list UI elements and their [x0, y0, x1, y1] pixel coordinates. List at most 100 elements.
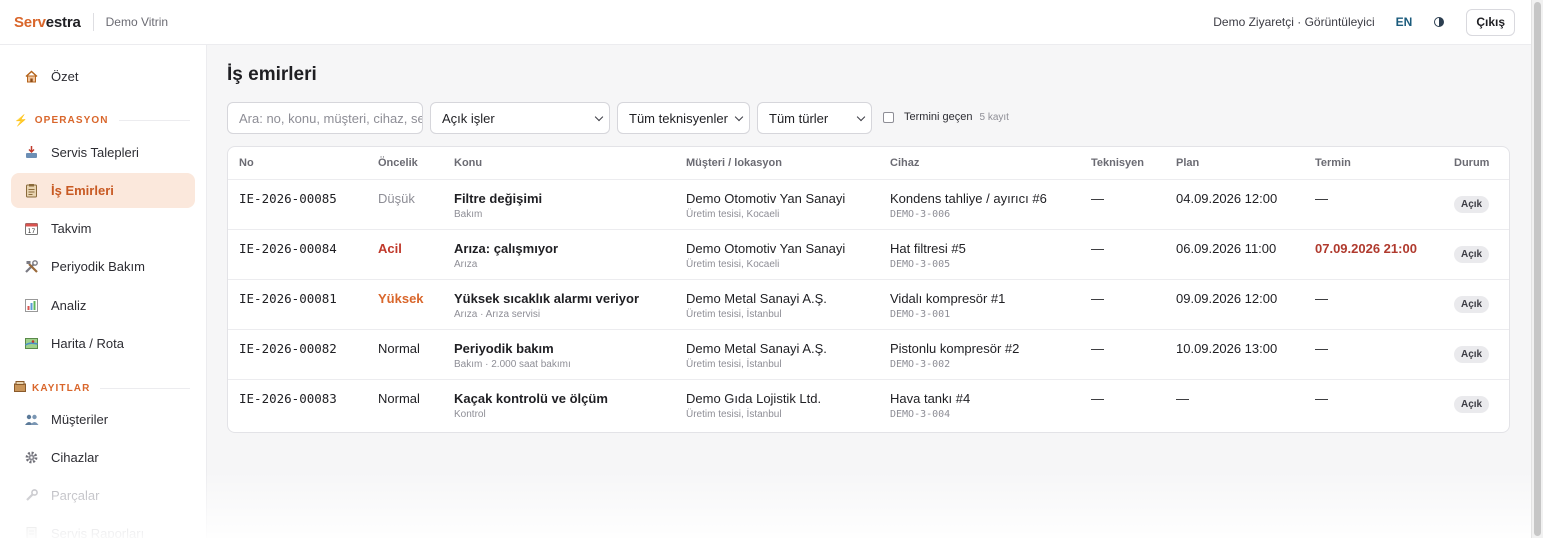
status-badge: Açık — [1454, 396, 1490, 413]
gear-icon — [24, 450, 39, 465]
subject-cell: Filtre değişimi Bakım — [454, 191, 543, 220]
table-row[interactable]: IE-2026-00082 Normal Periyodik bakım Bakı… — [228, 330, 1509, 380]
table-row[interactable]: IE-2026-00083 Normal Kaçak kontrolü ve ö… — [228, 380, 1509, 430]
priority-label: Düşük — [378, 191, 415, 206]
work-order-number[interactable]: IE-2026-00085 — [239, 191, 337, 206]
overdue-checkbox[interactable] — [883, 111, 894, 123]
device-cell: Pistonlu kompresör #2 DEMO-3-002 — [890, 341, 1020, 370]
column-header-customer[interactable]: Müşteri / lokasyon — [686, 157, 782, 169]
priority-label: Acil — [378, 241, 402, 256]
table-row[interactable]: IE-2026-00085 Düşük Filtre değişimi Bakım… — [228, 180, 1509, 230]
sidebar-item-summary[interactable]: Özet — [11, 59, 195, 94]
search-input[interactable]: Ara: no, konu, müşteri, cihaz, seri — [227, 102, 423, 134]
due-cell-overdue: 07.09.2026 21:00 — [1315, 241, 1417, 256]
house-icon — [24, 69, 39, 84]
technician-cell: — — [1091, 341, 1104, 356]
section-header-kayitlar: KAYITLAR — [14, 381, 190, 395]
work-order-number[interactable]: IE-2026-00081 — [239, 291, 337, 306]
chevron-down-icon — [594, 112, 604, 121]
sidebar-item-work-orders[interactable]: İş Emirleri — [11, 173, 195, 208]
work-order-number[interactable]: IE-2026-00083 — [239, 391, 337, 406]
column-header-due[interactable]: Termin — [1315, 157, 1351, 169]
customer-cell: Demo Metal Sanayi A.Ş. Üretim tesisi, İst… — [686, 291, 827, 320]
plan-cell: 09.09.2026 12:00 — [1176, 291, 1278, 306]
record-count: 5 kayıt — [979, 111, 1009, 123]
work-order-number[interactable]: IE-2026-00084 — [239, 241, 337, 256]
status-badge: Açık — [1454, 196, 1490, 213]
priority-label: Normal — [378, 391, 420, 406]
chevron-down-icon — [734, 112, 744, 121]
header-actions: Demo Ziyaretçi · Görüntüleyici EN Çıkış — [1213, 8, 1531, 36]
table-row[interactable]: IE-2026-00084 Acil Arıza: çalışmıyor Arız… — [228, 230, 1509, 280]
overdue-label: Termini geçen — [904, 111, 973, 123]
column-header-technician[interactable]: Teknisyen — [1091, 157, 1144, 169]
header-divider — [92, 13, 94, 31]
page-scrollbar[interactable] — [1531, 0, 1543, 538]
type-filter-select[interactable]: Tüm türler — [757, 102, 872, 134]
priority-label: Normal — [378, 341, 420, 356]
sidebar-item-calendar[interactable]: 17 Takvim — [11, 211, 195, 246]
section-header-operasyon: ⚡ OPERASYON — [14, 114, 190, 127]
priority-label: Yüksek — [378, 291, 424, 306]
wrench-icon — [24, 488, 39, 503]
overdue-filter[interactable]: Termini geçen 5 kayıt — [883, 111, 1009, 123]
status-badge: Açık — [1454, 346, 1490, 363]
sidebar-item-service-reports[interactable]: Servis Raporları — [11, 516, 195, 538]
sidebar-item-map-route[interactable]: Harita / Rota — [11, 326, 195, 361]
contrast-icon[interactable] — [1434, 17, 1445, 27]
top-bar: Servestra Demo Vitrin Demo Ziyaretçi · G… — [0, 0, 1531, 45]
sidebar: Özet ⚡ OPERASYON Servis Talepleri İş Emi… — [0, 45, 207, 538]
due-cell: — — [1315, 341, 1328, 356]
user-info: Demo Ziyaretçi · Görüntüleyici — [1213, 15, 1375, 29]
svg-text:17: 17 — [28, 228, 36, 235]
due-cell: — — [1315, 191, 1328, 206]
subject-cell: Kaçak kontrolü ve ölçüm Kontrol — [454, 391, 608, 420]
customer-cell: Demo Otomotiv Yan Sanayi Üretim tesisi, K… — [686, 241, 846, 270]
sidebar-item-customers[interactable]: Müşteriler — [11, 402, 195, 437]
device-cell: Kondens tahliye / ayırıcı #6 DEMO-3-006 — [890, 191, 1047, 220]
chevron-down-icon — [856, 112, 866, 121]
work-order-number[interactable]: IE-2026-00082 — [239, 341, 337, 356]
status-filter-select[interactable]: Açık işler — [430, 102, 610, 134]
language-toggle[interactable]: EN — [1396, 15, 1413, 29]
bottom-fade-overlay — [0, 470, 1531, 538]
people-icon — [24, 412, 39, 427]
scrollbar-thumb[interactable] — [1534, 2, 1541, 536]
technician-cell: — — [1091, 191, 1104, 206]
card-box-icon — [14, 381, 26, 395]
technician-filter-select[interactable]: Tüm teknisyenler — [617, 102, 750, 134]
sidebar-item-periodic-maintenance[interactable]: Periyodik Bakım — [11, 249, 195, 284]
status-badge: Açık — [1454, 296, 1490, 313]
subject-cell: Periyodik bakım Bakım · 2.000 saat bakımı — [454, 341, 571, 370]
plan-cell: 10.09.2026 13:00 — [1176, 341, 1278, 356]
plan-cell: 04.09.2026 12:00 — [1176, 191, 1278, 206]
status-badge: Açık — [1454, 246, 1490, 263]
sidebar-item-analysis[interactable]: Analiz — [11, 288, 195, 323]
logout-button[interactable]: Çıkış — [1466, 8, 1515, 36]
table-row[interactable]: IE-2026-00081 Yüksek Yüksek sıcaklık ala… — [228, 280, 1509, 330]
device-cell: Hat filtresi #5 DEMO-3-005 — [890, 241, 966, 270]
sidebar-item-service-requests[interactable]: Servis Talepleri — [11, 135, 195, 170]
lightning-icon: ⚡ — [14, 115, 29, 127]
sidebar-item-devices[interactable]: Cihazlar — [11, 440, 195, 475]
table-header: No Öncelik Konu Müşteri / lokasyon Cihaz… — [228, 147, 1509, 180]
column-header-device[interactable]: Cihaz — [890, 157, 919, 169]
calendar-icon: 17 — [24, 221, 39, 236]
map-icon — [24, 336, 39, 351]
work-orders-table: No Öncelik Konu Müşteri / lokasyon Cihaz… — [227, 146, 1510, 433]
column-header-no[interactable]: No — [239, 157, 254, 169]
column-header-priority[interactable]: Öncelik — [378, 157, 418, 169]
column-header-plan[interactable]: Plan — [1176, 157, 1199, 169]
subject-cell: Yüksek sıcaklık alarmı veriyor Arıza · Ar… — [454, 291, 640, 320]
tools-icon — [24, 259, 39, 274]
customer-cell: Demo Metal Sanayi A.Ş. Üretim tesisi, İst… — [686, 341, 827, 370]
tenant-name: Demo Vitrin — [105, 15, 169, 29]
due-cell: — — [1315, 291, 1328, 306]
technician-cell: — — [1091, 391, 1104, 406]
column-header-status[interactable]: Durum — [1454, 157, 1489, 169]
brand-logo[interactable]: Servestra — [14, 14, 81, 31]
customer-cell: Demo Gıda Lojistik Ltd. Üretim tesisi, İs… — [686, 391, 822, 420]
column-header-subject[interactable]: Konu — [454, 157, 482, 169]
sidebar-item-parts[interactable]: Parçalar — [11, 478, 195, 513]
bar-chart-icon — [24, 298, 39, 313]
